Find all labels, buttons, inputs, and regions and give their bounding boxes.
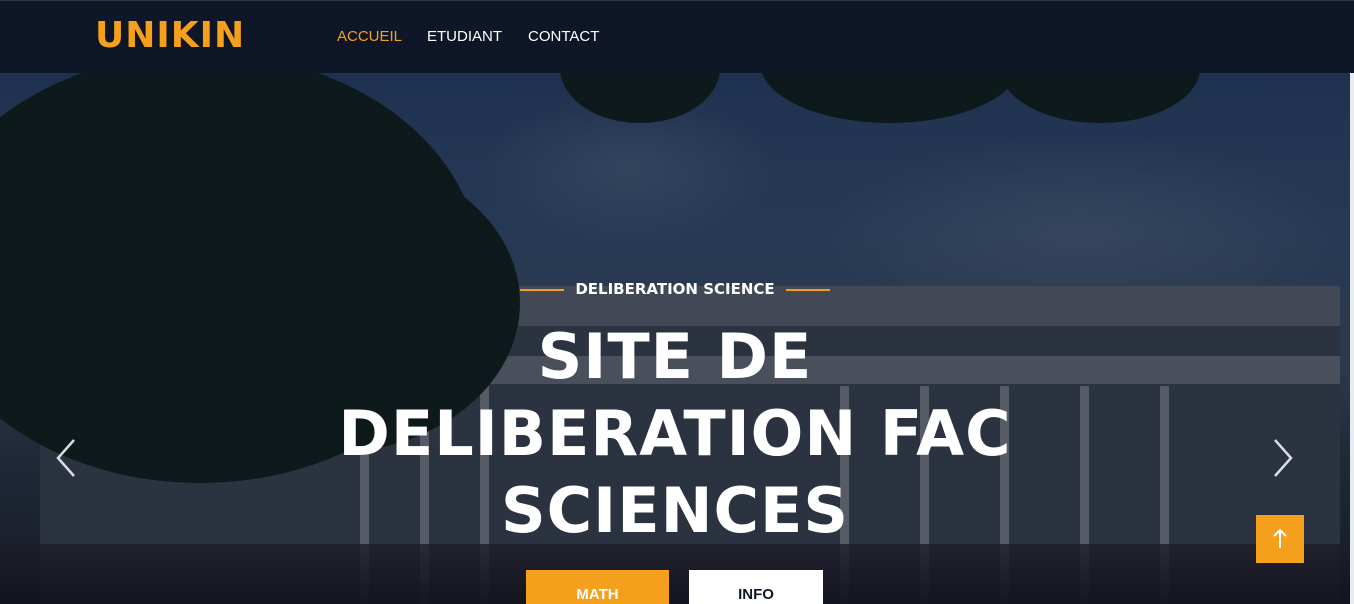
- carousel-next-button[interactable]: [1267, 436, 1297, 480]
- subtitle-line-right: [785, 289, 830, 291]
- hero-subtitle-wrap: DELIBERATION SCIENCE: [0, 278, 1350, 300]
- chevron-right-icon: [1274, 439, 1293, 477]
- carousel-prev-button[interactable]: [52, 436, 82, 480]
- hero-title-line: SCIENCES: [501, 474, 849, 547]
- arrow-up-icon: [1273, 528, 1287, 548]
- hero-subtitle: DELIBERATION SCIENCE: [520, 278, 830, 300]
- subtitle-line-left: [520, 289, 565, 291]
- chevron-left-icon: [56, 439, 75, 477]
- hero-title-line: DELIBERATION FAC: [338, 397, 1012, 470]
- back-to-top-button[interactable]: [1256, 515, 1304, 563]
- navbar: UNIKIN ACCUEIL ETUDIANT CONTACT: [0, 0, 1354, 73]
- nav-link-etudiant[interactable]: ETUDIANT: [427, 28, 502, 46]
- info-button[interactable]: INFO: [689, 570, 823, 604]
- window-scrollbar[interactable]: [1350, 0, 1354, 604]
- math-button[interactable]: MATH: [526, 570, 669, 604]
- hero-carousel: DELIBERATION SCIENCE SITE DE DELIBERATIO…: [0, 73, 1350, 604]
- hero-title-line: SITE DE: [537, 320, 813, 393]
- nav-link-contact[interactable]: CONTACT: [528, 28, 599, 46]
- brand-logo[interactable]: UNIKIN: [95, 16, 245, 56]
- hero-title: SITE DE DELIBERATION FAC SCIENCES: [0, 318, 1350, 549]
- hero-subtitle-text: DELIBERATION SCIENCE: [575, 280, 775, 298]
- nav-link-accueil[interactable]: ACCUEIL: [337, 28, 402, 46]
